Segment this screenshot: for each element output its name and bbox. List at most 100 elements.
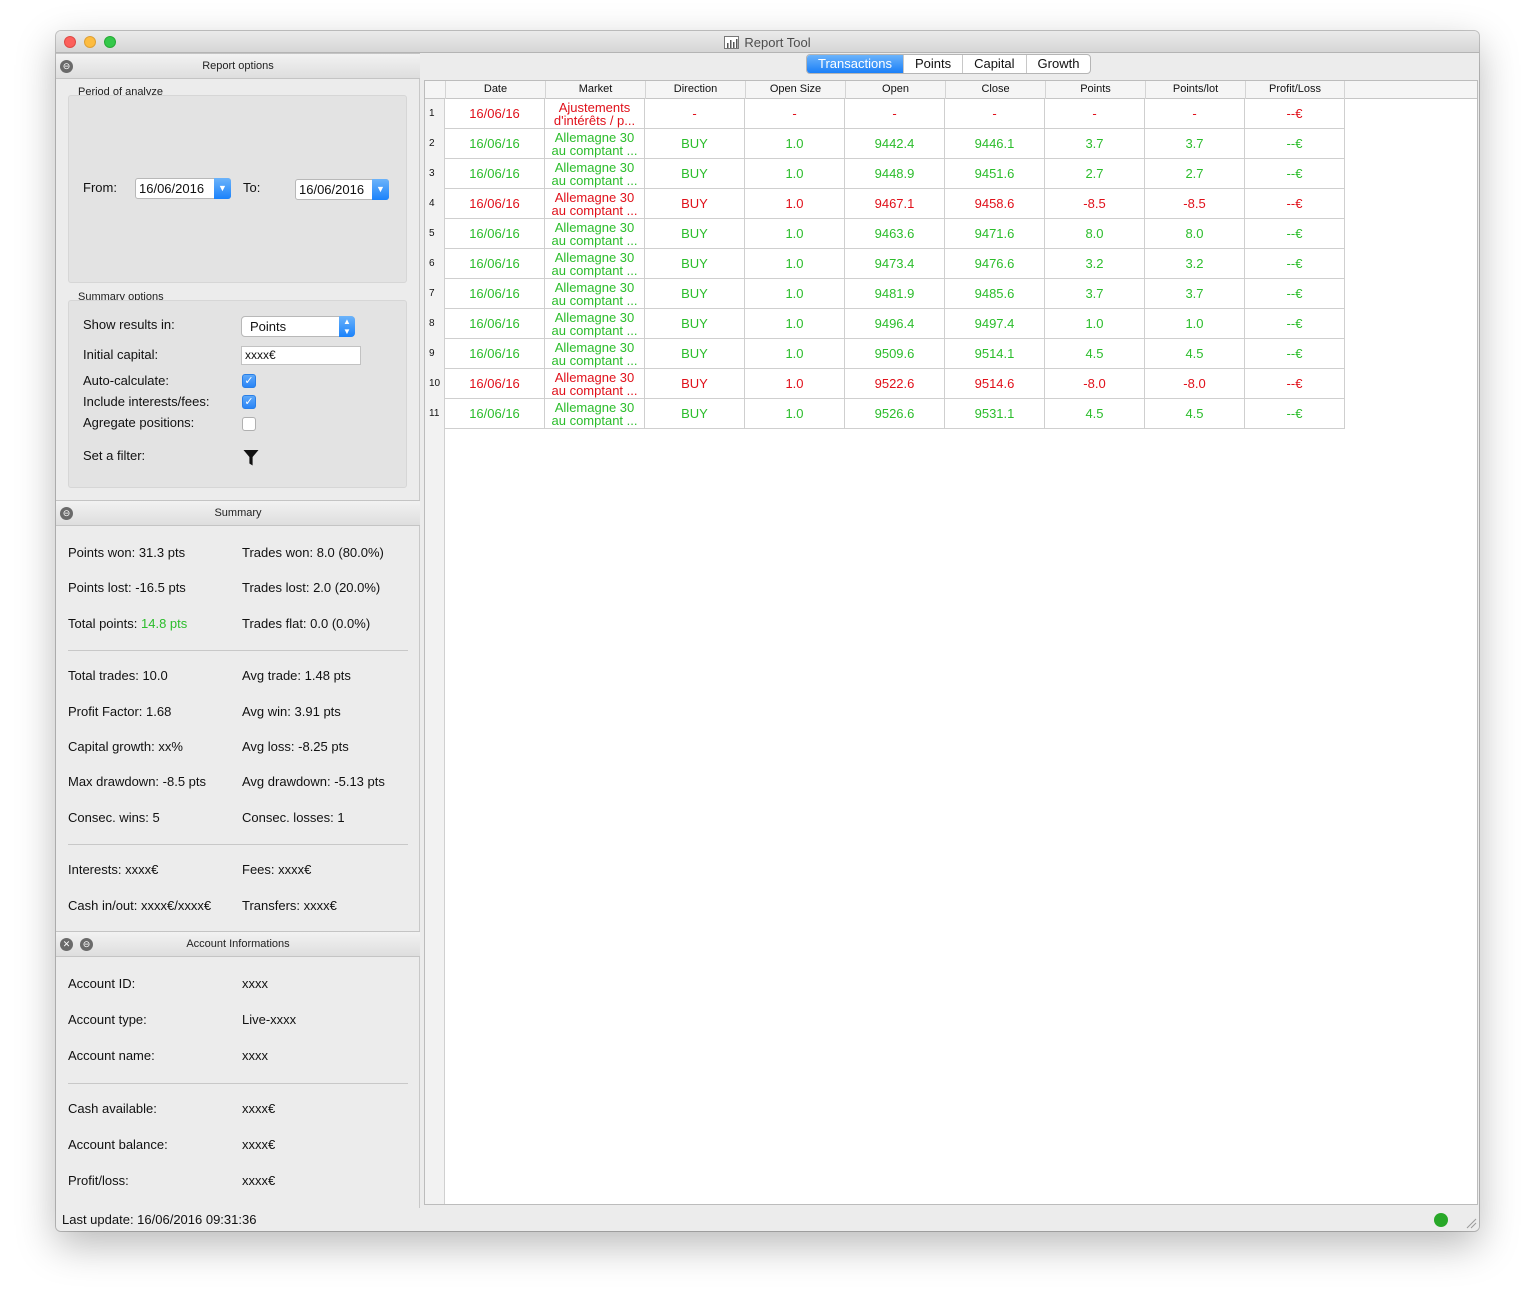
funnel-icon[interactable] (243, 449, 259, 467)
cell-profit-loss: --€ (1245, 189, 1345, 219)
cell-profit-loss: --€ (1245, 99, 1345, 129)
cell-close: 9531.1 (945, 399, 1045, 429)
market-name-line2: au comptant ... (551, 173, 638, 188)
cell-points-lot: 3.7 (1145, 279, 1245, 309)
row-number: 8 (429, 318, 435, 329)
market-name-line2: au comptant ... (551, 383, 638, 398)
column-header-close[interactable]: Close (945, 81, 1045, 99)
cell-points-lot: -8.0 (1145, 369, 1245, 399)
column-header-points[interactable]: Points (1045, 81, 1145, 99)
table-row[interactable]: 10 16/06/16 Allemagne 30 au comptant ... BUY… (425, 369, 1346, 399)
tab-growth[interactable]: Growth (1027, 55, 1091, 73)
row-number: 9 (429, 348, 435, 359)
trades-won-label: Trades won: (242, 545, 314, 560)
consec-wins-label: Consec. wins: (68, 810, 149, 825)
column-header-market[interactable]: Market (545, 81, 645, 99)
include-interests-checkbox[interactable]: ✓ (242, 395, 256, 409)
initial-capital-field[interactable]: xxxx€ (241, 346, 361, 365)
cell-open-size: 1.0 (745, 219, 845, 249)
market-name-line2: au comptant ... (551, 293, 638, 308)
cash-available-value: xxxx€ (242, 1101, 276, 1116)
divider (68, 650, 408, 651)
table-row[interactable]: 8 16/06/16 Allemagne 30 au comptant ... BUY 1… (425, 309, 1346, 339)
cell-date: 16/06/16 (445, 189, 545, 219)
cell-points-lot: 4.5 (1145, 339, 1245, 369)
tab-capital[interactable]: Capital (963, 55, 1027, 73)
from-date-value: 16/06/2016 (139, 181, 205, 196)
total-points-label: Total points: (68, 616, 138, 631)
avg-drawdown-label: Avg drawdown: (242, 774, 331, 789)
cell-direction: BUY (645, 249, 745, 279)
to-date-field[interactable]: 16/06/2016 ▼ (295, 179, 389, 200)
cell-open-size: 1.0 (745, 279, 845, 309)
aggregate-checkbox[interactable] (242, 417, 256, 431)
table-row[interactable]: 2 16/06/16 Allemagne 30 au comptant ... BUY 1… (425, 129, 1346, 159)
avg-trade-stat: Avg trade: 1.48 pts (242, 668, 351, 683)
cell-profit-loss: --€ (1245, 159, 1345, 189)
cell-date: 16/06/16 (445, 159, 545, 189)
resize-grip-icon[interactable] (1465, 1217, 1477, 1229)
total-trades-value: 10.0 (142, 668, 168, 683)
column-header-date[interactable]: Date (445, 81, 545, 99)
chevron-down-icon[interactable]: ▼ (372, 179, 389, 200)
column-header-direction[interactable]: Direction (645, 81, 745, 99)
avg-drawdown-value: -5.13 pts (334, 774, 385, 789)
initial-capital-label: Initial capital: (83, 347, 159, 362)
table-row[interactable]: 5 16/06/16 Allemagne 30 au comptant ... BUY 1… (425, 219, 1346, 249)
column-header-profit-loss[interactable]: Profit/Loss (1245, 81, 1345, 99)
cell-open-size: 1.0 (745, 309, 845, 339)
table-row[interactable]: 1 16/06/16 Ajustements d'intérêts / p... - - -… (425, 99, 1346, 129)
cell-open: 9526.6 (845, 399, 945, 429)
row-number: 7 (429, 288, 435, 299)
cell-profit-loss: --€ (1245, 249, 1345, 279)
cell-open-size: 1.0 (745, 159, 845, 189)
row-number: 5 (429, 228, 435, 239)
points-won-label: Points won: (68, 545, 136, 560)
cell-open-size: 1.0 (745, 369, 845, 399)
column-header-open-size[interactable]: Open Size (745, 81, 845, 99)
cell-direction: BUY (645, 279, 745, 309)
interests-stat: Interests: xxxx€ (68, 862, 158, 877)
to-date-value: 16/06/2016 (299, 182, 365, 197)
auto-calculate-checkbox[interactable]: ✓ (242, 374, 256, 388)
cell-market: Allemagne 30 au comptant ... (545, 339, 645, 369)
table-row[interactable]: 9 16/06/16 Allemagne 30 au comptant ... BUY 1… (425, 339, 1346, 369)
connection-status-icon (1434, 1213, 1448, 1227)
total-trades-label: Total trades: (68, 668, 139, 683)
table-row[interactable]: 11 16/06/16 Allemagne 30 au comptant ... BUY… (425, 399, 1346, 429)
table-row[interactable]: 3 16/06/16 Allemagne 30 au comptant ... BUY 1… (425, 159, 1346, 189)
report-options-title: Report options (202, 60, 274, 72)
profit-factor-label: Profit Factor: (68, 704, 143, 719)
cell-open: - (845, 99, 945, 129)
cell-profit-loss: --€ (1245, 339, 1345, 369)
column-header-open[interactable]: Open (845, 81, 945, 99)
market-name-line2: au comptant ... (551, 353, 638, 368)
up-down-arrows-icon[interactable]: ▲ ▼ (339, 316, 355, 337)
from-date-field[interactable]: 16/06/2016 ▼ (135, 178, 231, 199)
cell-date: 16/06/16 (445, 219, 545, 249)
table-row[interactable]: 7 16/06/16 Allemagne 30 au comptant ... BUY 1… (425, 279, 1346, 309)
cell-points-lot: 2.7 (1145, 159, 1245, 189)
cell-market: Allemagne 30 au comptant ... (545, 219, 645, 249)
row-number: 3 (429, 168, 435, 179)
status-bar: Last update: 16/06/2016 09:31:36 (56, 1208, 1479, 1231)
chevron-down-icon[interactable]: ▼ (214, 178, 231, 199)
market-name-line2: au comptant ... (551, 143, 638, 158)
market-name-line2: au comptant ... (551, 263, 638, 278)
cell-open: 9463.6 (845, 219, 945, 249)
window-title: Report Tool (56, 35, 1479, 50)
tab-points[interactable]: Points (904, 55, 964, 73)
column-header-points-lot[interactable]: Points/lot (1145, 81, 1245, 99)
transactions-table: Date Market Direction Open Size Open Clo… (424, 80, 1478, 1205)
cell-points: -8.5 (1045, 189, 1145, 219)
table-row[interactable]: 4 16/06/16 Allemagne 30 au comptant ... BUY 1… (425, 189, 1346, 219)
market-name-line2: d'intérêts / p... (553, 113, 636, 128)
cell-points-lot: 3.7 (1145, 129, 1245, 159)
cell-profit-loss: --€ (1245, 219, 1345, 249)
max-drawdown-value: -8.5 pts (162, 774, 207, 789)
points-lost-value: -16.5 pts (135, 580, 186, 595)
show-results-select[interactable]: Points ▲ ▼ (241, 316, 355, 337)
capital-growth-label: Capital growth: (68, 739, 155, 754)
table-row[interactable]: 6 16/06/16 Allemagne 30 au comptant ... BUY 1… (425, 249, 1346, 279)
tab-transactions[interactable]: Transactions (807, 55, 904, 73)
